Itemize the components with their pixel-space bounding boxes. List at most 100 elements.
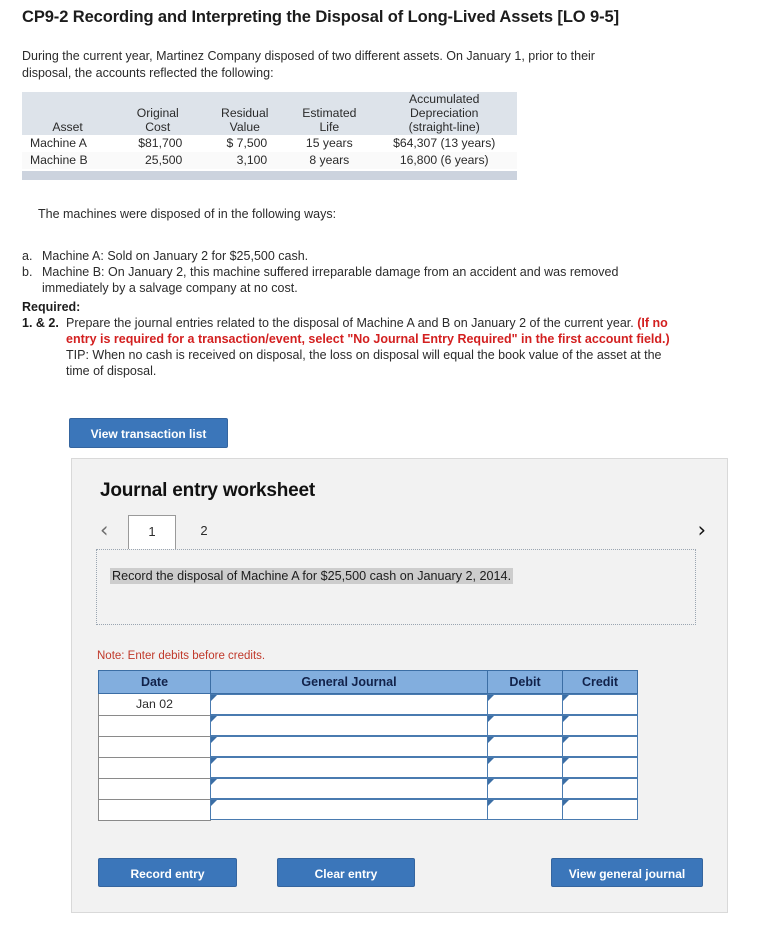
credit-input[interactable] — [561, 736, 638, 757]
journal-debit-cell[interactable] — [486, 715, 563, 736]
view-transaction-list-button[interactable]: View transaction list — [69, 418, 228, 448]
header-original-cost: Original Cost — [113, 92, 203, 135]
page-root: CP9-2 Recording and Interpreting the Dis… — [0, 0, 761, 937]
header-estimated-life-line1: Estimated — [302, 106, 357, 120]
journal-credit-cell[interactable] — [561, 799, 638, 820]
table-row: Machine B 25,500 3,100 8 years 16,800 (6… — [22, 152, 517, 169]
header-asset-label: Asset — [52, 120, 83, 134]
table-row: Jan 02 — [98, 693, 638, 716]
cell-estimated-life: 8 years — [287, 152, 372, 169]
header-original-cost-line1: Original — [136, 106, 179, 120]
journal-entry-table: Date General Journal Debit Credit Jan 02 — [98, 670, 638, 821]
debit-input[interactable] — [486, 715, 563, 736]
cell-asset: Machine B — [22, 152, 114, 169]
journal-account-cell[interactable] — [210, 715, 488, 736]
journal-date-cell[interactable] — [98, 798, 211, 821]
list-item: b. Machine B: On January 2, this machine… — [22, 264, 662, 296]
required-text-normal: Prepare the journal entries related to t… — [66, 316, 638, 330]
journal-account-cell[interactable] — [210, 757, 488, 778]
cell-residual-value: 3,100 — [202, 152, 288, 169]
cell-asset: Machine A — [22, 135, 114, 152]
journal-credit-cell[interactable] — [561, 693, 638, 715]
account-select[interactable] — [210, 778, 488, 799]
chevron-right-icon[interactable]: › — [698, 520, 706, 541]
account-select[interactable] — [210, 757, 488, 778]
debits-before-credits-note: Note: Enter debits before credits. — [97, 650, 266, 662]
account-select[interactable] — [210, 715, 488, 736]
cell-original-cost: $81,700 — [113, 135, 203, 152]
debit-input[interactable] — [486, 778, 563, 799]
journal-account-cell[interactable] — [210, 778, 488, 799]
cell-accumulated-depreciation: 16,800 (6 years) — [371, 152, 517, 169]
account-select[interactable] — [210, 736, 488, 757]
journal-debit-cell[interactable] — [486, 778, 563, 799]
journal-debit-cell[interactable] — [486, 799, 563, 820]
list-item-text: Machine A: Sold on January 2 for $25,500… — [42, 249, 309, 263]
asset-summary-table: Asset Original Cost Residual Value Estim… — [22, 92, 517, 180]
journal-debit-cell[interactable] — [486, 757, 563, 778]
list-marker: b. — [22, 265, 33, 279]
journal-header-general-journal: General Journal — [210, 670, 488, 694]
journal-debit-cell[interactable] — [486, 693, 563, 715]
header-accum-dep-line3: (straight-line) — [408, 120, 480, 134]
intro-paragraph: During the current year, Martinez Compan… — [22, 49, 595, 80]
table-row: Machine A $81,700 $ 7,500 15 years $64,3… — [22, 135, 517, 152]
credit-input[interactable] — [561, 694, 638, 715]
required-tip: TIP: When no cash is received on disposa… — [66, 348, 662, 378]
cell-residual-value: $ 7,500 — [202, 135, 288, 152]
header-accumulated-depreciation: Accumulated Depreciation (straight-line) — [371, 92, 517, 135]
journal-credit-cell[interactable] — [561, 778, 638, 799]
disposal-lead-text: The machines were disposed of in the fol… — [38, 207, 337, 221]
debit-input[interactable] — [486, 694, 563, 715]
chevron-left-icon[interactable]: ‹ — [100, 520, 108, 541]
journal-date-cell[interactable] — [98, 735, 211, 758]
list-marker: a. — [22, 249, 33, 263]
account-select[interactable] — [210, 799, 488, 820]
journal-header-debit: Debit — [487, 670, 563, 694]
debit-input[interactable] — [486, 799, 563, 820]
credit-input[interactable] — [561, 757, 638, 778]
worksheet-tab-1[interactable]: 1 — [128, 515, 176, 550]
header-estimated-life: Estimated Life — [287, 92, 372, 135]
journal-header-row: Date General Journal Debit Credit — [98, 670, 638, 694]
cell-estimated-life: 15 years — [287, 135, 372, 152]
worksheet-prompt-box: Record the disposal of Machine A for $25… — [96, 549, 696, 625]
journal-account-cell[interactable] — [210, 693, 488, 715]
journal-debit-cell[interactable] — [486, 736, 563, 757]
journal-date-cell[interactable]: Jan 02 — [98, 693, 211, 716]
clear-entry-button[interactable]: Clear entry — [277, 858, 415, 887]
journal-date-cell[interactable] — [98, 714, 211, 737]
asset-table-header-row: Asset Original Cost Residual Value Estim… — [22, 92, 517, 135]
header-accum-dep-line1: Accumulated — [408, 92, 480, 106]
journal-date-cell[interactable] — [98, 756, 211, 779]
journal-credit-cell[interactable] — [561, 757, 638, 778]
account-select[interactable] — [210, 694, 488, 715]
required-item-number: 1. & 2. — [22, 316, 59, 330]
credit-input[interactable] — [561, 715, 638, 736]
debit-input[interactable] — [486, 736, 563, 757]
header-accum-dep-line2: Depreciation — [410, 106, 479, 120]
worksheet-tabs: ‹ 1 2 › — [96, 515, 706, 550]
worksheet-tab-2[interactable]: 2 — [180, 515, 228, 549]
journal-credit-cell[interactable] — [561, 715, 638, 736]
credit-input[interactable] — [561, 778, 638, 799]
worksheet-prompt-text: Record the disposal of Machine A for $25… — [110, 568, 514, 584]
header-residual-value-line1: Residual — [221, 106, 269, 120]
journal-date-cell[interactable] — [98, 777, 211, 800]
debit-input[interactable] — [486, 757, 563, 778]
view-general-journal-button[interactable]: View general journal — [551, 858, 703, 887]
credit-input[interactable] — [561, 799, 638, 820]
required-heading: Required: — [22, 300, 81, 314]
required-body: 1. & 2. Prepare the journal entries rela… — [22, 315, 682, 379]
journal-credit-cell[interactable] — [561, 736, 638, 757]
list-item-text: Machine B: On January 2, this machine su… — [42, 265, 619, 295]
table-row — [98, 798, 638, 821]
journal-account-cell[interactable] — [210, 799, 488, 820]
table-row — [98, 756, 638, 779]
disposal-list: a. Machine A: Sold on January 2 for $25,… — [22, 248, 662, 296]
cell-original-cost: 25,500 — [113, 152, 203, 169]
record-entry-button[interactable]: Record entry — [98, 858, 237, 887]
journal-account-cell[interactable] — [210, 736, 488, 757]
journal-header-date: Date — [98, 670, 211, 694]
journal-entry-worksheet-panel: Journal entry worksheet ‹ 1 2 › Record t… — [71, 458, 728, 913]
